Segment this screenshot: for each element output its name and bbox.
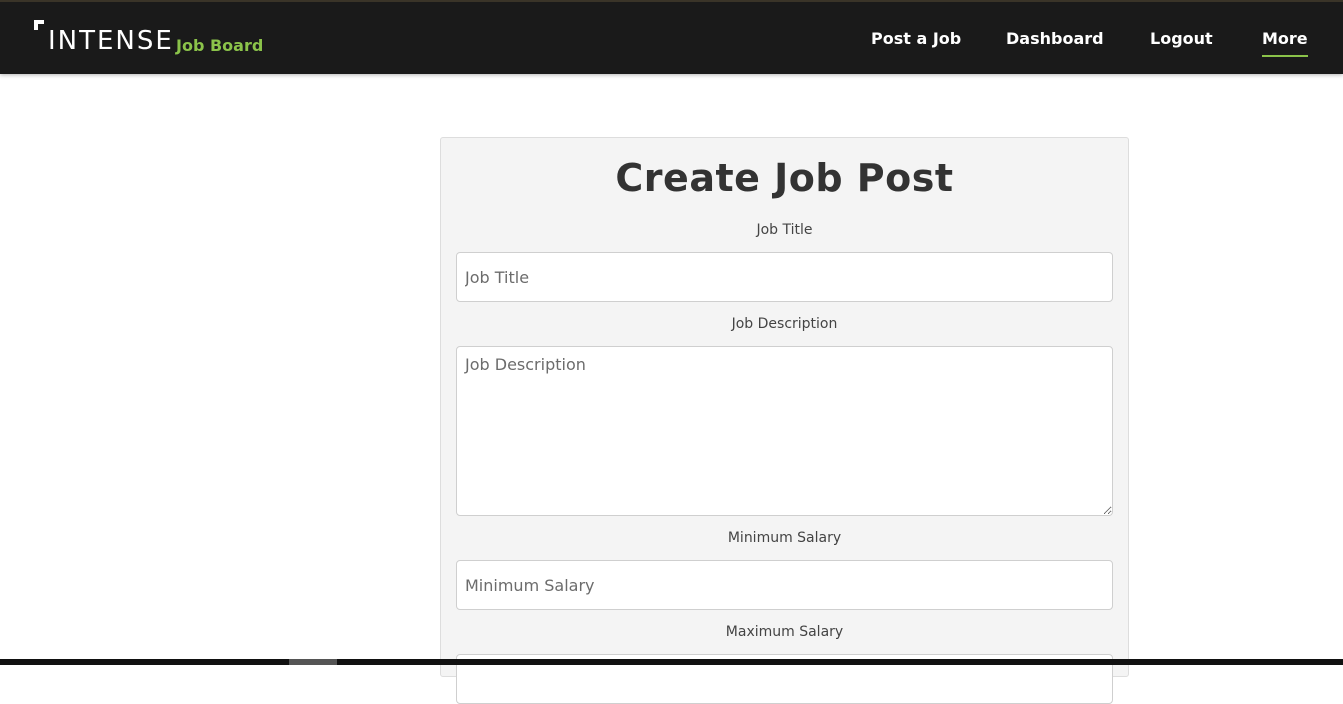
form-title: Create Job Post bbox=[615, 156, 954, 200]
nav-more[interactable]: More bbox=[1262, 29, 1308, 57]
job-description-textarea[interactable] bbox=[456, 346, 1113, 516]
scrollbar-thumb[interactable] bbox=[289, 659, 337, 665]
create-job-post-form: Create Job Post Job Title Job Descriptio… bbox=[440, 137, 1129, 704]
top-navbar: INTENSE Job Board Post a Job Dashboard L… bbox=[0, 0, 1343, 74]
minimum-salary-input[interactable] bbox=[456, 560, 1113, 610]
nav-post-a-job[interactable]: Post a Job bbox=[871, 29, 961, 48]
nav-logout[interactable]: Logout bbox=[1150, 29, 1213, 48]
job-description-label: Job Description bbox=[731, 316, 838, 332]
nav-dashboard[interactable]: Dashboard bbox=[1006, 29, 1104, 48]
job-title-input[interactable] bbox=[456, 252, 1113, 302]
main-nav: Post a Job Dashboard Logout More bbox=[0, 29, 1343, 59]
job-title-label: Job Title bbox=[756, 222, 813, 238]
horizontal-scrollbar[interactable] bbox=[0, 659, 1343, 665]
minimum-salary-label: Minimum Salary bbox=[727, 530, 842, 546]
maximum-salary-label: Maximum Salary bbox=[725, 624, 844, 640]
